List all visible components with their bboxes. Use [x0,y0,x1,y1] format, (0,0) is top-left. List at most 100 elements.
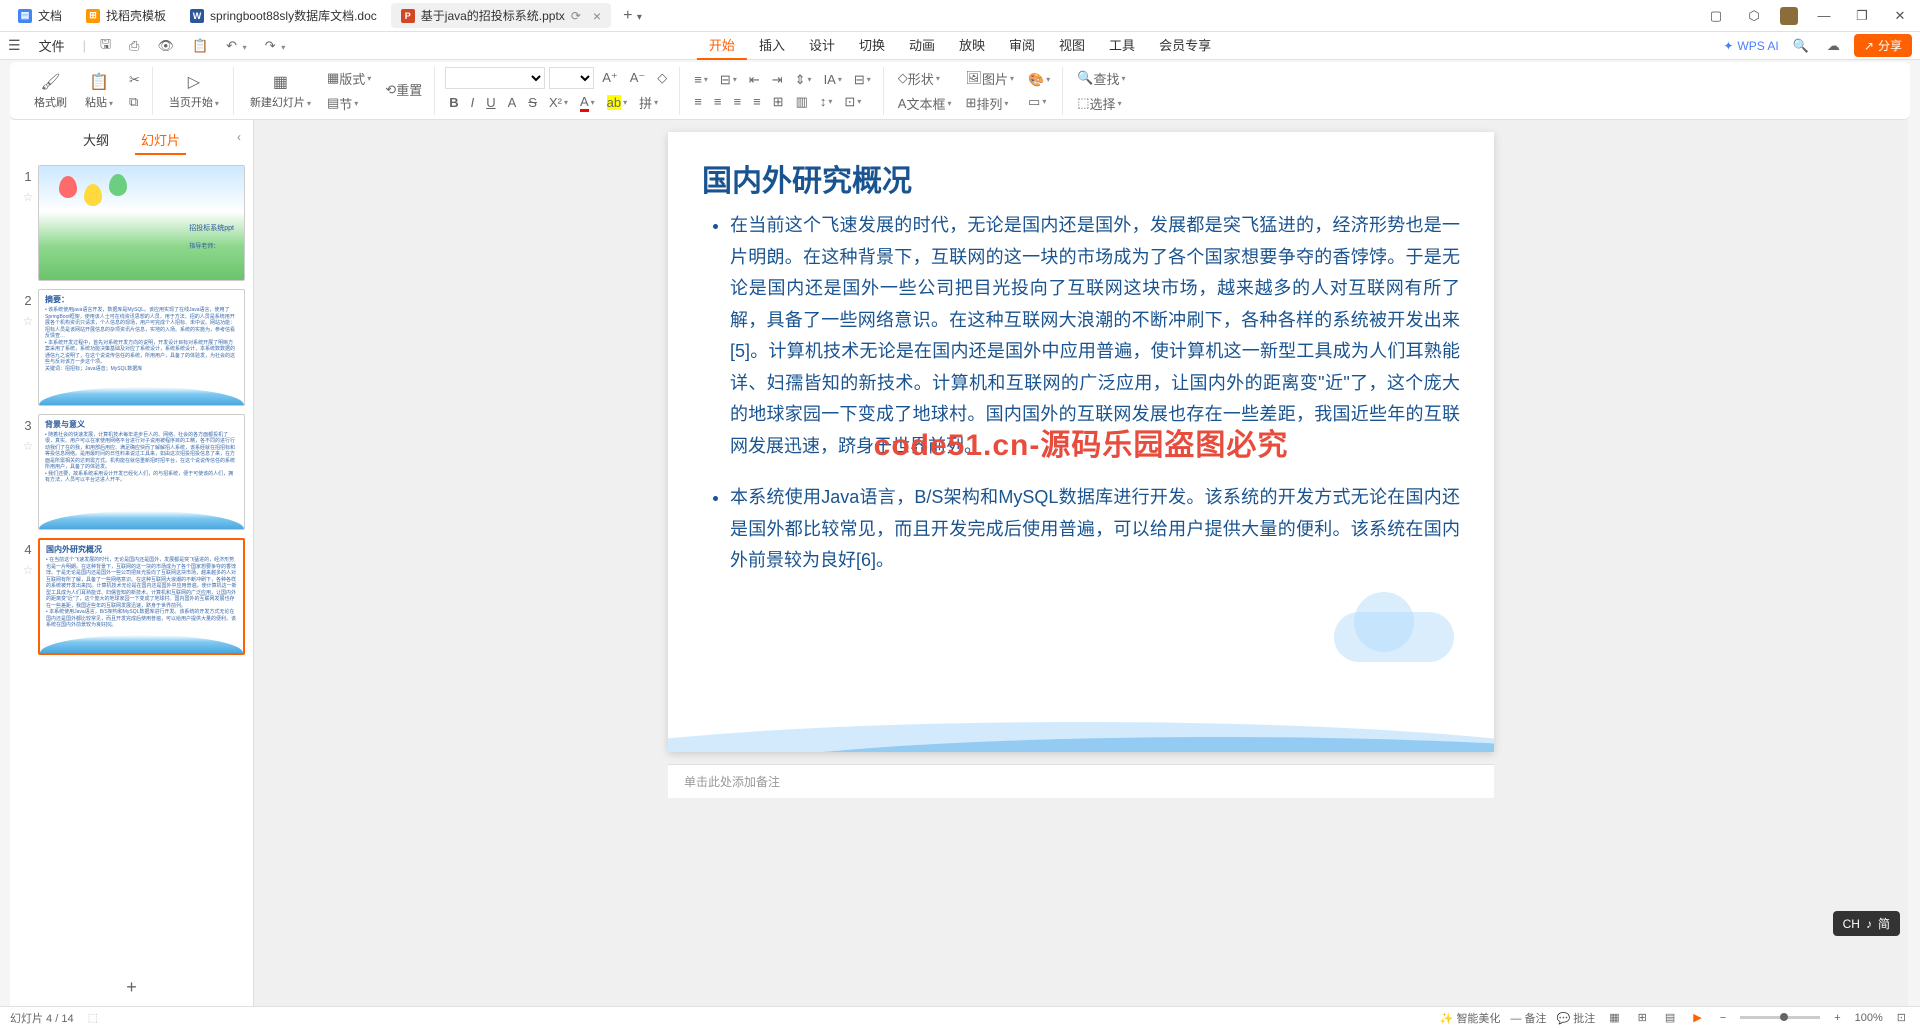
view-slideshow-icon[interactable]: ▶ [1689,1009,1705,1026]
slide-title[interactable]: 国内外研究概况 [668,132,1494,210]
tab-insert[interactable]: 插入 [747,31,797,60]
select-button[interactable]: ⬚ 选择▾ [1073,92,1125,115]
highlight-icon[interactable]: ab▾ [603,93,631,112]
find-button[interactable]: 🔍 查找▾ [1073,67,1129,90]
distribute-icon[interactable]: ⊞ [769,92,788,112]
font-select[interactable] [445,67,545,89]
tab-animation[interactable]: 动画 [897,31,947,60]
align-right-icon[interactable]: ≡ [729,92,745,111]
right-rail[interactable] [1908,120,1920,1006]
zoom-label[interactable]: 100% [1855,1012,1883,1024]
tab-tools[interactable]: 工具 [1097,31,1147,60]
comments-button[interactable]: 💬 批注 [1557,1010,1596,1026]
preview-icon[interactable]: 👁 [153,36,178,56]
tab-view[interactable]: 视图 [1047,31,1097,60]
thumb-1[interactable]: 招投标系统ppt指导老师： [38,165,245,281]
window-icon[interactable]: ▢ [1704,4,1728,28]
columns-icon[interactable]: ▥ [792,92,812,112]
strike-icon[interactable]: S [524,93,541,112]
notes-area[interactable]: 单击此处添加备注 [668,764,1494,798]
arrange-button[interactable]: ⊞ 排列▾ [962,92,1013,115]
share-button[interactable]: ↗分享 [1854,34,1912,57]
close-button[interactable]: ✕ [1888,4,1912,28]
new-slide-button[interactable]: ▦ 新建幻灯片▾ [244,70,317,112]
shape-button[interactable]: ◇ 形状▾ [894,67,944,90]
wps-ai-button[interactable]: ✦WPS AI [1723,39,1778,53]
superscript-icon[interactable]: X²▾ [545,93,572,112]
tab-template[interactable]: ⊞ 找稻壳模板 [76,3,176,28]
reset-button[interactable]: ⟲ 重置 [381,78,426,101]
clear-format-icon[interactable]: ◇ [653,68,671,88]
cube-icon[interactable]: ⬡ [1742,4,1766,28]
star-icon[interactable]: ☆ [23,439,34,453]
thumb-2[interactable]: 摘要： • 该系统使用java语言开发，数据库是MySQL。该应用实现了在线Ja… [38,289,245,405]
close-icon[interactable]: × [593,8,601,24]
line-spacing-icon[interactable]: ⇕▾ [791,70,816,90]
number-list-icon[interactable]: ⊟▾ [716,70,741,90]
thumb-4-active[interactable]: 国内外研究概况 • 在当前这个飞速发展的时代，无论是国内还是国外，发展都是突飞猛… [38,538,245,654]
textbox-button[interactable]: A 文本框▾ [894,92,956,115]
search-icon[interactable]: 🔍 [1789,36,1813,56]
bold-icon[interactable]: B [445,93,462,112]
cut-icon[interactable]: ✂ [125,70,144,90]
add-slide-button[interactable]: + [10,969,253,1006]
bullet-2[interactable]: 本系统使用Java语言，B/S架构和MySQL数据库进行开发。该系统的开发方式无… [730,482,1460,577]
thumb-item[interactable]: 1☆ 招投标系统ppt指导老师： [18,165,245,281]
star-icon[interactable]: ☆ [23,314,34,328]
tab-design[interactable]: 设计 [797,31,847,60]
increase-indent-icon[interactable]: ⇥ [768,70,787,90]
thumb-item[interactable]: 2☆ 摘要： • 该系统使用java语言开发，数据库是MySQL。该应用实现了在… [18,289,245,405]
align-center-icon[interactable]: ≡ [710,92,726,111]
redo-icon[interactable]: ↷ ▾ [261,36,290,56]
size-select[interactable] [549,67,594,89]
start-current-button[interactable]: ▷ 当页开始▾ [163,70,225,112]
sidebar-collapse[interactable] [0,120,10,1006]
align-left-icon[interactable]: ≡ [690,92,706,111]
paste-button[interactable]: 📋 粘贴▾ [79,70,119,112]
star-icon[interactable]: ☆ [23,563,34,577]
file-menu[interactable]: 文件 [31,34,73,57]
view-sorter-icon[interactable]: ⊞ [1634,1009,1651,1026]
thumb-item[interactable]: 4☆ 国内外研究概况 • 在当前这个飞速发展的时代，无论是国内还是国外，发展都是… [18,538,245,654]
thumb-item[interactable]: 3☆ 背景与意义 • 随着社会的快速发展，计算机技术每年进步巨人的、网络、社会的… [18,414,245,530]
save-icon[interactable]: 🖫 [96,33,115,59]
avatar-icon[interactable] [1780,7,1798,25]
section-button[interactable]: ▤ 节▾ [323,92,362,115]
slide-body[interactable]: 在当前这个飞速发展的时代，无论是国内还是国外，发展都是突飞猛进的，经济形势也是一… [668,210,1494,577]
tab-add-button[interactable]: + ▾ [615,3,650,29]
bullet-list-icon[interactable]: ≡▾ [690,70,712,89]
increase-font-icon[interactable]: A⁺ [598,68,622,88]
cloud-icon[interactable]: ☁ [1823,36,1844,56]
maximize-button[interactable]: ❐ [1850,4,1874,28]
convert-icon[interactable]: ⊡▾ [840,92,865,112]
minimize-button[interactable]: — [1812,4,1836,28]
spacing-icon[interactable]: ↕▾ [816,92,837,111]
font-color-icon[interactable]: A▾ [576,92,599,114]
image-button[interactable]: 🖼 图片▾ [962,67,1019,90]
hamburger-icon[interactable]: ☰ [8,37,21,54]
layout-button[interactable]: ▦ 版式▾ [323,67,375,90]
tab-outline[interactable]: 大纲 [77,126,115,155]
slide-canvas[interactable]: 国内外研究概况 在当前这个飞速发展的时代，无论是国内还是国外，发展都是突飞猛进的… [668,132,1494,752]
star-icon[interactable]: ☆ [23,190,34,204]
shadow-icon[interactable]: A [504,93,521,112]
outline-icon[interactable]: ▭▾ [1024,92,1050,112]
fit-icon[interactable]: ⊡ [1893,1009,1910,1026]
smart-beauty-button[interactable]: ✨ 智能美化 [1440,1010,1501,1026]
thumb-3[interactable]: 背景与意义 • 随着社会的快速发展，计算机技术每年进步巨人的、网络、社会的各方面… [38,414,245,530]
copy-icon[interactable]: 📋 [188,36,212,56]
view-normal-icon[interactable]: ▦ [1605,1009,1623,1026]
view-reading-icon[interactable]: ▤ [1661,1009,1679,1026]
tab-ppt-active[interactable]: P 基于java的招投标系统.pptx ⟳ × [391,3,611,28]
tab-word-doc[interactable]: W springboot88sly数据库文档.doc [180,3,387,28]
remarks-button[interactable]: — 备注 [1510,1010,1546,1026]
align-text-icon[interactable]: ⊟▾ [850,70,875,90]
zoom-slider[interactable] [1740,1016,1820,1019]
print-icon[interactable]: ⎙ [125,36,143,56]
pinyin-icon[interactable]: 拼▾ [635,91,662,114]
undo-icon[interactable]: ↶ ▾ [222,36,251,56]
tab-start[interactable]: 开始 [697,31,747,60]
collapse-icon[interactable]: ‹ [237,130,241,144]
justify-icon[interactable]: ≡ [749,92,765,111]
tab-member[interactable]: 会员专享 [1147,31,1223,60]
